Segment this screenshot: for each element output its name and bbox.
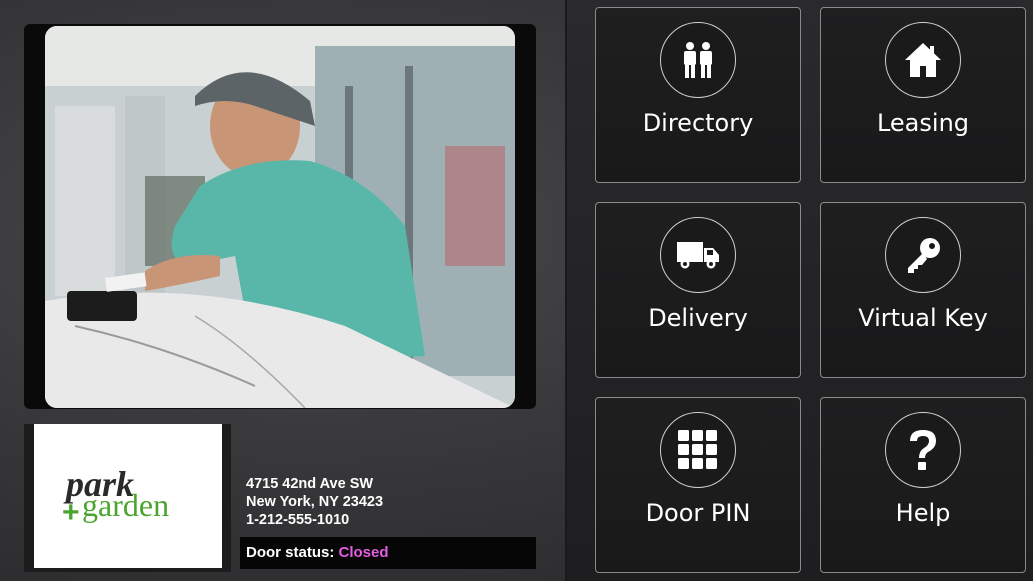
logo-plus: +	[62, 496, 80, 529]
virtual-key-button[interactable]: Virtual Key	[820, 202, 1026, 378]
keypad-icon	[660, 412, 736, 488]
door-pin-button[interactable]: Door PIN	[595, 397, 801, 573]
building-address: 4715 42nd Ave SW New York, NY 23423 1-21…	[246, 475, 383, 529]
address-line1: 4715 42nd Ave SW	[246, 476, 374, 492]
menu-panel: Directory Leasing Delivery Virtual Key D…	[567, 0, 1033, 581]
park-garden-logo: park + garden	[62, 464, 169, 529]
help-label: Help	[895, 499, 951, 527]
key-icon	[885, 217, 961, 293]
leasing-button[interactable]: Leasing	[820, 7, 1026, 183]
leasing-label: Leasing	[876, 109, 970, 137]
door-status-bar: Door status: Closed	[240, 537, 536, 569]
delivery-button[interactable]: Delivery	[595, 202, 801, 378]
camera-scene	[45, 26, 515, 408]
left-panel: park + garden 4715 42nd Ave SW New York,…	[0, 0, 565, 581]
delivery-label: Delivery	[648, 304, 748, 332]
people-icon	[660, 22, 736, 98]
directory-label: Directory	[642, 109, 754, 137]
truck-icon	[660, 217, 736, 293]
logo-word-bottom: garden	[82, 487, 169, 523]
directory-button[interactable]: Directory	[595, 7, 801, 183]
door-pin-label: Door PIN	[645, 499, 751, 527]
building-phone: 1-212-555-1010	[246, 512, 350, 528]
virtual-key-label: Virtual Key	[858, 304, 988, 332]
question-icon	[885, 412, 961, 488]
address-line2: New York, NY 23423	[246, 494, 384, 510]
home-icon	[885, 22, 961, 98]
building-logo: park + garden	[34, 424, 222, 568]
help-button[interactable]: Help	[820, 397, 1026, 573]
camera-video	[45, 26, 515, 408]
building-logo-box: park + garden	[24, 424, 231, 572]
door-status-value: Closed	[338, 544, 389, 561]
camera-feed	[24, 24, 536, 409]
door-status-label: Door status:	[246, 544, 335, 561]
